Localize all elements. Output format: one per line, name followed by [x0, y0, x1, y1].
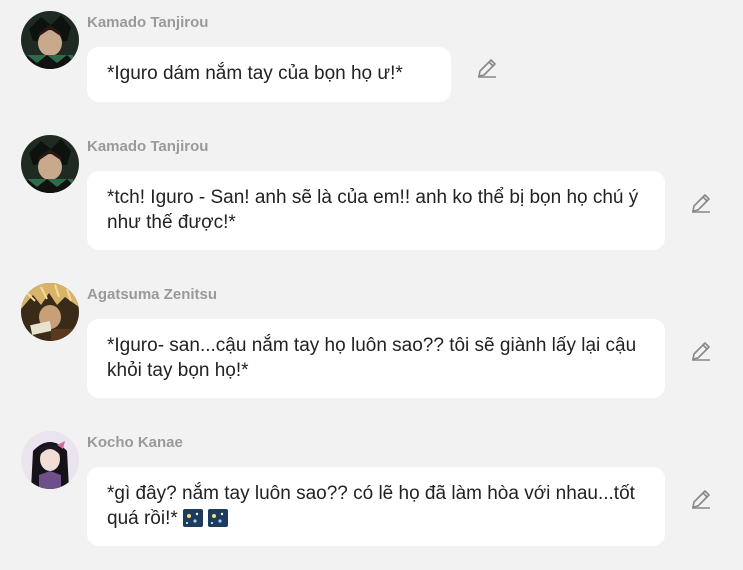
pencil-icon[interactable]	[689, 339, 713, 363]
message-item: Kamado Tanjirou *tch! Iguro - San! anh s…	[0, 135, 743, 255]
pencil-icon[interactable]	[689, 487, 713, 511]
zenitsu-avatar[interactable]	[21, 283, 79, 341]
tanjirou-avatar[interactable]	[21, 11, 79, 69]
tanjirou-avatar[interactable]	[21, 135, 79, 193]
message-bubble: *Iguro- san...cậu nắm tay họ luôn sao?? …	[87, 319, 665, 398]
message-bubble: *tch! Iguro - San! anh sẽ là của em!! an…	[87, 171, 665, 250]
message-item: Kocho Kanae *gì đây? nắm tay luôn sao?? …	[0, 431, 743, 551]
author-name: Kocho Kanae	[87, 434, 183, 451]
message-bubble: *gì đây? nắm tay luôn sao?? có lẽ họ đã …	[87, 467, 665, 546]
message-text: *tch! Iguro - San! anh sẽ là của em!! an…	[107, 187, 639, 233]
author-name: Kamado Tanjirou	[87, 14, 209, 31]
message-text: *Iguro dám nắm tay của bọn họ ư!*	[107, 63, 403, 84]
author-name: Kamado Tanjirou	[87, 138, 209, 155]
message-text: *Iguro- san...cậu nắm tay họ luôn sao?? …	[107, 335, 637, 381]
night-sky-emoji	[207, 509, 228, 527]
pencil-icon[interactable]	[475, 56, 499, 80]
kanae-avatar[interactable]	[21, 431, 79, 489]
author-name: Agatsuma Zenitsu	[87, 286, 218, 303]
pencil-icon[interactable]	[689, 191, 713, 215]
message-item: Agatsuma Zenitsu *Iguro- san...cậu nắm t…	[0, 283, 743, 403]
message-bubble: *Iguro dám nắm tay của bọn họ ư!*	[87, 47, 451, 102]
night-sky-emoji	[182, 509, 203, 527]
message-item: Kamado Tanjirou *Iguro dám nắm tay của b…	[0, 11, 743, 111]
